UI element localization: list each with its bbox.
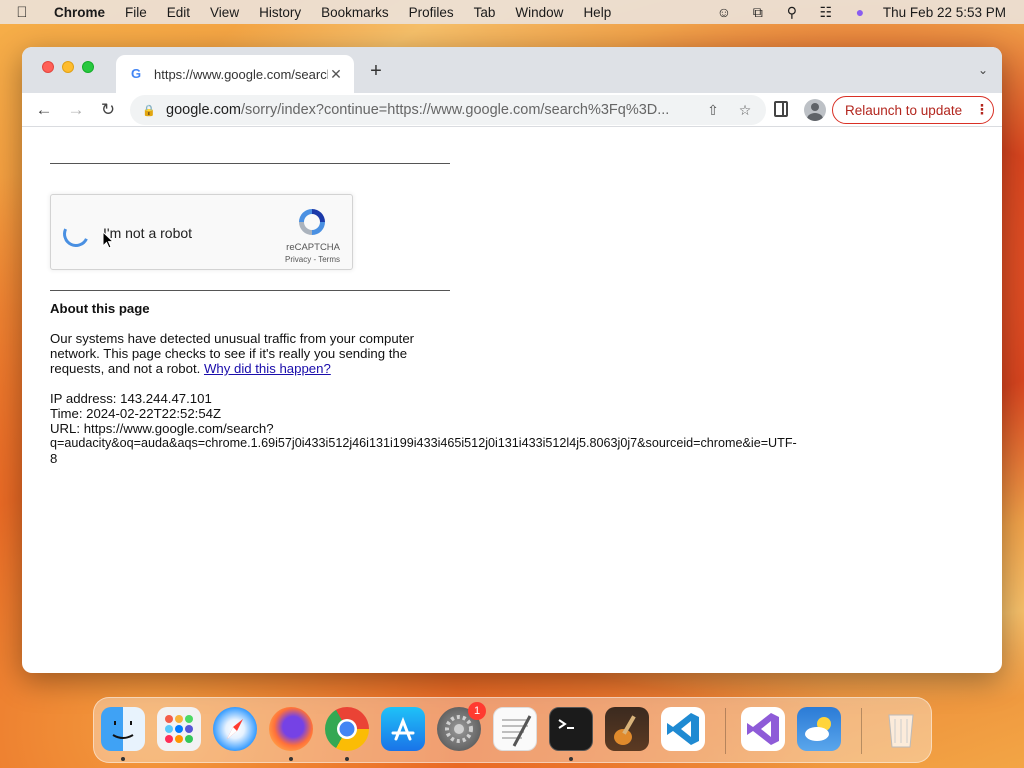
reload-button[interactable]: ↻ (98, 100, 118, 120)
dock: 1 (93, 697, 932, 763)
menu-bar:  Chrome File Edit View History Bookmark… (0, 0, 1024, 24)
visual-studio-icon[interactable] (741, 707, 785, 751)
request-info: IP address: 143.244.47.101 Time: 2024-02… (50, 391, 840, 466)
more-menu-icon[interactable]: ⋮ (971, 102, 993, 118)
address-bar[interactable]: 🔒 google.com/sorry/index?continue=https:… (130, 95, 766, 125)
lock-icon[interactable]: 🔒 (142, 104, 156, 117)
mouse-cursor-icon (102, 231, 114, 249)
ip-address-line: IP address: 143.244.47.101 (50, 391, 212, 406)
chrome-running-indicator (345, 757, 349, 761)
chrome-icon[interactable] (325, 707, 369, 751)
textedit-icon[interactable] (493, 707, 537, 751)
siri-icon[interactable]: ● (843, 4, 877, 20)
tab-search-chevron-icon[interactable]: ⌄ (978, 63, 988, 77)
menu-clock[interactable]: Thu Feb 22 5:53 PM (877, 5, 1006, 20)
screen-mirroring-icon[interactable]: ⧉ (741, 4, 775, 21)
finder-icon[interactable] (101, 707, 145, 751)
menu-file[interactable]: File (115, 5, 157, 20)
profile-avatar-icon[interactable] (804, 99, 826, 121)
forward-button[interactable]: → (66, 100, 86, 120)
address-bar-url[interactable]: google.com/sorry/index?continue=https://… (166, 102, 692, 118)
google-favicon-icon: G (130, 66, 142, 81)
menu-bookmarks[interactable]: Bookmarks (311, 5, 399, 20)
chrome-window: G https://www.google.com/search?q=audaci… (22, 47, 1002, 673)
firefox-icon[interactable] (269, 707, 313, 751)
relaunch-to-update-button[interactable]: Relaunch to update ⋮ (832, 96, 994, 124)
control-center-icon[interactable]: ☷ (809, 4, 843, 21)
firefox-running-indicator (289, 757, 293, 761)
window-close-button[interactable] (42, 61, 54, 73)
tab-title: https://www.google.com/search?q=audacity (154, 66, 328, 82)
menu-app-name[interactable]: Chrome (44, 5, 115, 20)
apple-menu-icon[interactable]:  (0, 4, 44, 21)
vscode-icon[interactable] (661, 707, 705, 751)
url-line: URL: https://www.google.com/search? (50, 421, 274, 436)
terminal-icon[interactable] (549, 707, 593, 751)
menu-history[interactable]: History (249, 5, 311, 20)
time-line: Time: 2024-02-22T22:52:54Z (50, 406, 222, 421)
menu-view[interactable]: View (200, 5, 249, 20)
side-panel-icon[interactable] (774, 101, 788, 117)
new-tab-button[interactable]: + (366, 61, 386, 81)
menu-profiles[interactable]: Profiles (399, 5, 464, 20)
dock-separator (725, 708, 726, 754)
relaunch-label: Relaunch to update (845, 102, 963, 118)
captcha-spinner-icon (59, 217, 93, 251)
page-content: I'm not a robot reCAPTCHA Privacy - Term… (22, 127, 1002, 673)
menu-edit[interactable]: Edit (157, 5, 200, 20)
settings-notification-badge: 1 (468, 702, 486, 720)
spotlight-search-icon[interactable]: ⚲ (775, 4, 809, 21)
safari-icon[interactable] (213, 707, 257, 751)
browser-toolbar: ← → ↻ 🔒 google.com/sorry/index?continue=… (22, 93, 1002, 127)
garageband-icon[interactable] (605, 707, 649, 751)
terminal-running-indicator (569, 757, 573, 761)
recaptcha-logo-icon (299, 209, 325, 235)
app-store-icon[interactable] (381, 707, 425, 751)
menu-window[interactable]: Window (505, 5, 573, 20)
tab-strip: G https://www.google.com/search?q=audaci… (22, 47, 1002, 93)
browser-tab[interactable]: G https://www.google.com/search?q=audaci… (116, 55, 354, 93)
bottom-divider (50, 290, 450, 291)
recaptcha-privacy-terms-links[interactable]: Privacy - Terms (285, 255, 340, 264)
window-maximize-button[interactable] (82, 61, 94, 73)
about-page-heading: About this page (50, 301, 150, 316)
recaptcha-brand: reCAPTCHA (286, 242, 340, 253)
menu-help[interactable]: Help (573, 5, 621, 20)
bookmark-star-icon[interactable]: ☆ (734, 102, 756, 119)
url-tail-line: 8 (50, 451, 58, 466)
dock-separator (861, 708, 862, 754)
launchpad-icon[interactable] (157, 707, 201, 751)
captcha-label[interactable]: I'm not a robot (103, 225, 192, 241)
why-did-this-happen-link[interactable]: Why did this happen? (204, 361, 331, 376)
window-minimize-button[interactable] (62, 61, 74, 73)
user-account-icon[interactable]: ☺ (707, 4, 741, 20)
menu-tab[interactable]: Tab (464, 5, 506, 20)
url-path: /sorry/index?continue=https://www.google… (240, 102, 670, 118)
back-button[interactable]: ← (34, 100, 54, 120)
recaptcha-widget[interactable]: I'm not a robot reCAPTCHA Privacy - Term… (50, 194, 353, 270)
trash-icon[interactable] (879, 707, 923, 751)
url-query-line: q=audacity&oq=auda&aqs=chrome.1.69i57j0i… (50, 436, 797, 450)
share-icon[interactable]: ⇧ (702, 102, 724, 119)
tab-close-icon[interactable]: ✕ (328, 66, 344, 83)
weather-icon[interactable] (797, 707, 841, 751)
finder-running-indicator (121, 757, 125, 761)
top-divider (50, 163, 450, 164)
about-page-text: Our systems have detected unusual traffi… (50, 331, 450, 376)
url-host: google.com (166, 102, 241, 118)
